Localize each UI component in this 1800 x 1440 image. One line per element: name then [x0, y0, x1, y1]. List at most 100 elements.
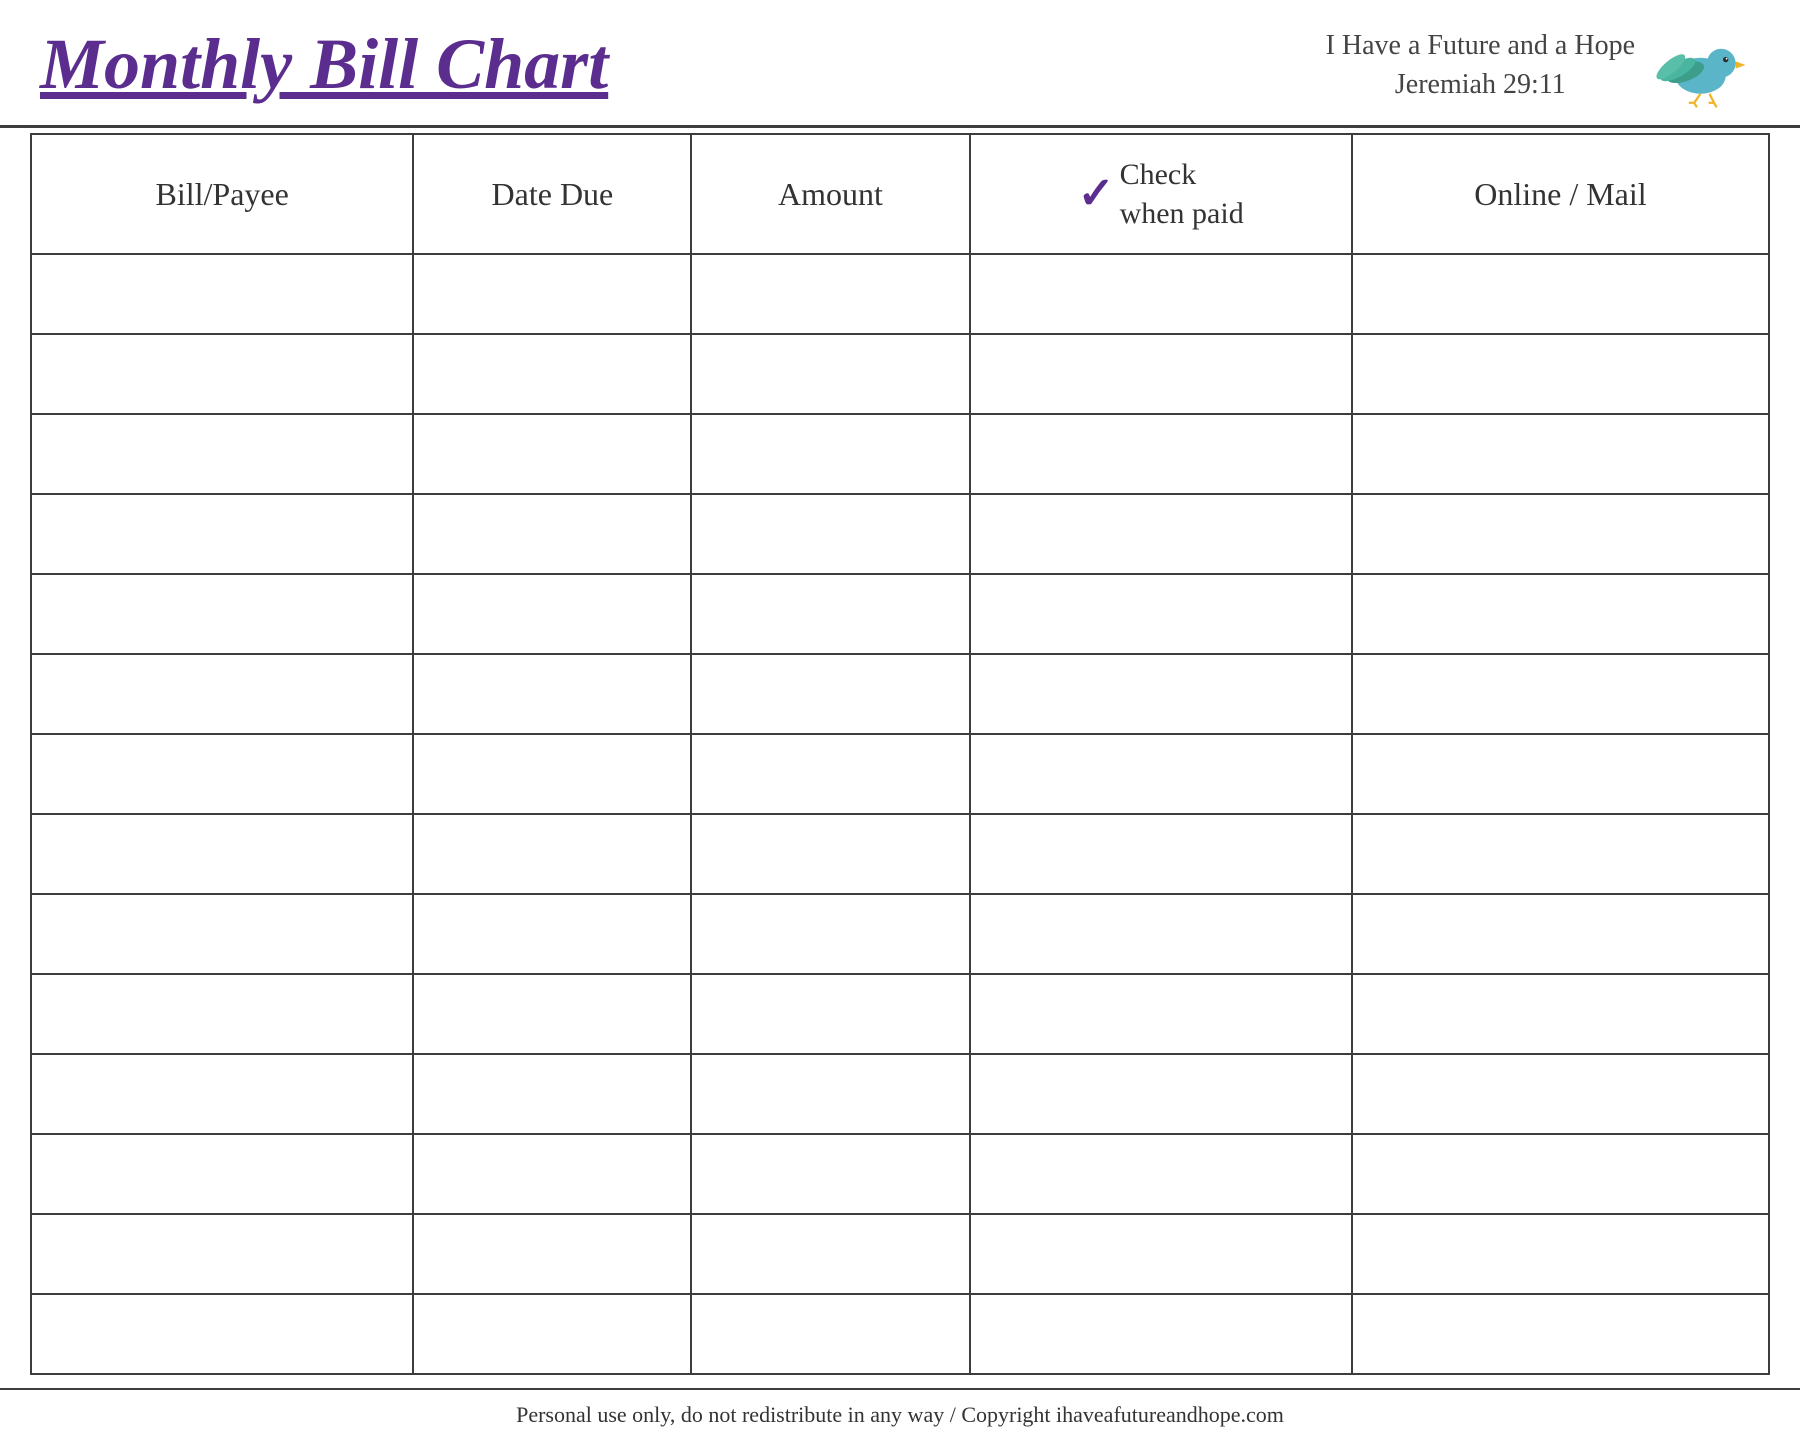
table-cell [31, 254, 413, 334]
table-row [31, 254, 1769, 334]
table-cell [1352, 574, 1769, 654]
table-cell [31, 974, 413, 1054]
table-cell [31, 1134, 413, 1214]
col-header-bill-payee: Bill/Payee [31, 134, 413, 254]
table-wrapper: Bill/Payee Date Due Amount ✓ Checkwhen p… [0, 133, 1800, 1388]
table-cell [970, 1134, 1352, 1214]
table-cell [413, 1214, 691, 1294]
table-cell [31, 574, 413, 654]
table-cell [691, 1054, 969, 1134]
table-cell [970, 1294, 1352, 1374]
footer: Personal use only, do not redistribute i… [0, 1388, 1800, 1440]
table-cell [413, 414, 691, 494]
table-row [31, 1214, 1769, 1294]
table-row [31, 494, 1769, 574]
table-cell [31, 334, 413, 414]
table-cell [691, 574, 969, 654]
table-cell [1352, 894, 1769, 974]
table-cell [413, 574, 691, 654]
table-cell [691, 414, 969, 494]
table-row [31, 654, 1769, 734]
table-cell [691, 494, 969, 574]
tagline: I Have a Future and a Hope Jeremiah 29:1… [1326, 26, 1635, 104]
table-cell [413, 894, 691, 974]
table-cell [413, 254, 691, 334]
table-cell [31, 654, 413, 734]
table-cell [413, 334, 691, 414]
table-cell [1352, 734, 1769, 814]
table-row [31, 974, 1769, 1054]
table-row [31, 574, 1769, 654]
table-cell [691, 334, 969, 414]
table-cell [970, 734, 1352, 814]
table-cell [691, 814, 969, 894]
table-cell [31, 1214, 413, 1294]
table-cell [1352, 414, 1769, 494]
table-row [31, 1134, 1769, 1214]
table-cell [970, 974, 1352, 1054]
table-cell [1352, 1054, 1769, 1134]
table-row [31, 1054, 1769, 1134]
table-row [31, 734, 1769, 814]
table-cell [691, 254, 969, 334]
check-when-paid-text: Checkwhen paid [1120, 155, 1244, 233]
table-cell [1352, 654, 1769, 734]
table-cell [31, 894, 413, 974]
table-row [31, 414, 1769, 494]
table-cell [691, 654, 969, 734]
header-right: I Have a Future and a Hope Jeremiah 29:1… [1326, 20, 1760, 110]
table-body [31, 254, 1769, 1374]
table-cell [31, 494, 413, 574]
table-cell [691, 1294, 969, 1374]
table-cell [1352, 814, 1769, 894]
table-cell [691, 734, 969, 814]
table-row [31, 334, 1769, 414]
table-cell [413, 734, 691, 814]
table-row [31, 894, 1769, 974]
col-header-check-when-paid: ✓ Checkwhen paid [970, 134, 1352, 254]
table-cell [413, 494, 691, 574]
table-cell [1352, 494, 1769, 574]
table-cell [1352, 974, 1769, 1054]
bill-chart-table: Bill/Payee Date Due Amount ✓ Checkwhen p… [30, 133, 1770, 1375]
table-cell [413, 1134, 691, 1214]
table-cell [970, 1214, 1352, 1294]
table-cell [1352, 254, 1769, 334]
checkmark-icon: ✓ [1078, 172, 1115, 216]
table-cell [970, 494, 1352, 574]
table-cell [970, 1054, 1352, 1134]
table-cell [970, 334, 1352, 414]
table-cell [970, 814, 1352, 894]
table-cell [413, 1294, 691, 1374]
table-cell [1352, 1134, 1769, 1214]
table-cell [970, 254, 1352, 334]
table-cell [31, 734, 413, 814]
table-cell [691, 1214, 969, 1294]
page-header: Monthly Bill Chart I Have a Future and a… [0, 0, 1800, 120]
table-cell [31, 1054, 413, 1134]
table-row [31, 814, 1769, 894]
table-cell [691, 1134, 969, 1214]
table-cell [413, 814, 691, 894]
table-cell [1352, 1294, 1769, 1374]
table-cell [970, 414, 1352, 494]
table-row [31, 1294, 1769, 1374]
table-cell [31, 414, 413, 494]
table-cell [413, 654, 691, 734]
table-cell [691, 894, 969, 974]
bird-icon [1650, 20, 1760, 110]
table-cell [970, 894, 1352, 974]
table-cell [1352, 1214, 1769, 1294]
table-cell [31, 814, 413, 894]
check-header-content: ✓ Checkwhen paid [971, 155, 1351, 233]
col-header-online-mail: Online / Mail [1352, 134, 1769, 254]
table-cell [970, 574, 1352, 654]
table-cell [31, 1294, 413, 1374]
table-cell [413, 974, 691, 1054]
table-cell [413, 1054, 691, 1134]
table-cell [1352, 334, 1769, 414]
table-cell [691, 974, 969, 1054]
page-title: Monthly Bill Chart [40, 25, 608, 104]
col-header-date-due: Date Due [413, 134, 691, 254]
top-divider [0, 125, 1800, 128]
